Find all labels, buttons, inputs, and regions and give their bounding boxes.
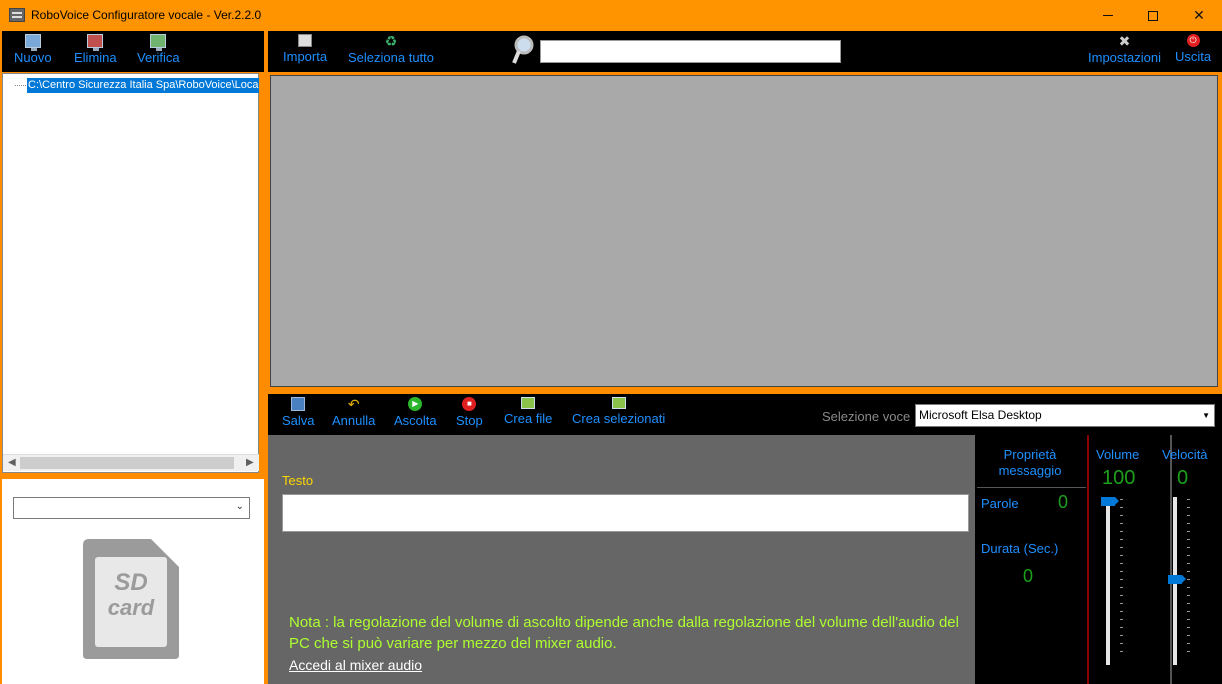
scroll-right-icon[interactable]: ▶ — [246, 457, 254, 468]
tools-icon: ✖ — [1118, 33, 1131, 49]
settings-label: Impostazioni — [1088, 50, 1161, 65]
divider — [977, 487, 1086, 488]
tree-horizontal-scrollbar[interactable]: ◀ ▶ — [3, 454, 259, 471]
verify-button[interactable]: Verifica — [137, 31, 180, 65]
verify-monitor-icon — [150, 34, 167, 51]
volume-label: Volume — [1096, 447, 1140, 462]
speed-label: Velocità — [1162, 447, 1208, 462]
voice-select[interactable]: Microsoft Elsa Desktop ▼ — [915, 404, 1215, 427]
title-bar: RoboVoice Configuratore vocale - Ver.2.2… — [0, 0, 1222, 31]
chevron-down-icon: ▼ — [1202, 411, 1210, 420]
sd-card-icon: SD card — [83, 539, 179, 659]
create-selected-label: Crea selezionati — [572, 411, 666, 426]
voice-selection-label: Selezione voce — [822, 409, 911, 424]
window-title: RoboVoice Configuratore vocale - Ver.2.2… — [31, 8, 262, 22]
scroll-left-icon[interactable]: ◀ — [8, 457, 16, 468]
text-label: Testo — [282, 473, 314, 488]
chevron-down-icon: ⌄ — [235, 501, 244, 512]
verify-label: Verifica — [137, 50, 180, 65]
app-icon — [9, 8, 25, 22]
sd-panel: ⌄ SD card — [2, 479, 264, 684]
delete-monitor-icon — [87, 34, 104, 51]
duration-value: 0 — [1023, 566, 1034, 586]
volume-slider-thumb[interactable] — [1101, 497, 1119, 506]
divider — [1170, 435, 1172, 684]
create-file-label: Crea file — [504, 411, 553, 426]
voice-select-value: Microsoft Elsa Desktop — [919, 408, 1042, 422]
divider — [1087, 435, 1089, 684]
new-label: Nuovo — [14, 50, 52, 65]
minimize-button[interactable] — [1085, 0, 1131, 31]
floppy-icon — [291, 397, 306, 411]
import-icon — [298, 34, 313, 47]
duration-label: Durata (Sec.) — [981, 541, 1059, 556]
minimize-icon — [1103, 15, 1113, 16]
import-button[interactable]: Importa — [283, 31, 327, 64]
tree-connector — [15, 85, 26, 86]
sd-label: SD — [114, 569, 147, 596]
delete-button[interactable]: Elimina — [74, 31, 117, 65]
search-input[interactable] — [540, 40, 841, 63]
exit-label: Uscita — [1175, 49, 1212, 64]
stop-icon: ■ — [462, 397, 477, 411]
play-icon: ▶ — [408, 397, 423, 411]
volume-note: Nota : la regolazione del volume di asco… — [289, 614, 959, 652]
create-file-icon — [521, 397, 536, 409]
mixer-audio-link[interactable]: Accedi al mixer audio — [289, 657, 422, 673]
undo-icon: ↶ — [347, 396, 360, 412]
exit-button[interactable]: ⏻ Uscita — [1175, 31, 1211, 64]
search-icon — [512, 35, 534, 64]
new-monitor-icon — [24, 34, 41, 51]
card-label: card — [108, 595, 155, 620]
tree-root-node[interactable]: C:\Centro Sicurezza Italia Spa\RoboVoice… — [27, 78, 259, 93]
create-file-button[interactable]: Crea file — [504, 394, 552, 426]
select-all-label: Seleziona tutto — [348, 50, 435, 65]
scroll-thumb[interactable] — [20, 457, 234, 469]
speed-ticks — [1187, 499, 1191, 659]
messages-grid[interactable] — [270, 75, 1218, 387]
close-button[interactable]: ✕ — [1176, 0, 1222, 31]
settings-button[interactable]: ✖ Impostazioni — [1088, 31, 1161, 65]
properties-panel: Proprietà messaggio Parole 0 Durata (Sec… — [975, 435, 1222, 684]
recycle-icon: ♻ — [384, 33, 398, 49]
delete-label: Elimina — [74, 50, 117, 65]
maximize-button[interactable] — [1130, 0, 1176, 31]
folder-tree[interactable]: C:\Centro Sicurezza Italia Spa\RoboVoice… — [2, 73, 259, 473]
power-icon: ⏻ — [1186, 34, 1200, 47]
listen-button[interactable]: ▶ Ascolta — [394, 394, 437, 428]
properties-title: Proprietà messaggio — [998, 447, 1062, 478]
text-input[interactable] — [282, 494, 969, 532]
save-label: Salva — [282, 413, 315, 428]
select-all-button[interactable]: ♻ Seleziona tutto — [348, 31, 434, 65]
editor-toolbar: Salva ↶ Annulla ▶ Ascolta ■ Stop Crea fi… — [268, 394, 1222, 435]
editor-panel: Testo Nota : la regolazione del volume d… — [268, 435, 975, 684]
close-icon: ✕ — [1193, 7, 1205, 23]
drive-select[interactable]: ⌄ — [13, 497, 250, 519]
words-label: Parole — [981, 496, 1019, 511]
create-selected-button[interactable]: Crea selezionati — [572, 394, 665, 426]
volume-ticks — [1120, 499, 1124, 659]
new-button[interactable]: Nuovo — [14, 31, 52, 65]
speed-slider-thumb[interactable] — [1168, 575, 1186, 584]
undo-label: Annulla — [332, 413, 376, 428]
import-label: Importa — [283, 49, 328, 64]
speed-value: 0 — [1177, 467, 1189, 489]
volume-slider[interactable] — [1106, 497, 1110, 665]
undo-button[interactable]: ↶ Annulla — [332, 394, 375, 428]
volume-value: 100 — [1102, 467, 1136, 489]
maximize-icon — [1148, 10, 1158, 21]
words-value: 0 — [1058, 492, 1069, 512]
listen-label: Ascolta — [394, 413, 437, 428]
create-selected-icon — [611, 397, 626, 409]
stop-button[interactable]: ■ Stop — [456, 394, 483, 428]
stop-label: Stop — [456, 413, 483, 428]
left-toolbar: Nuovo Elimina Verifica — [2, 31, 264, 72]
save-button[interactable]: Salva — [282, 394, 315, 428]
main-toolbar: Importa ♻ Seleziona tutto ✖ Impostazioni… — [268, 31, 1222, 72]
